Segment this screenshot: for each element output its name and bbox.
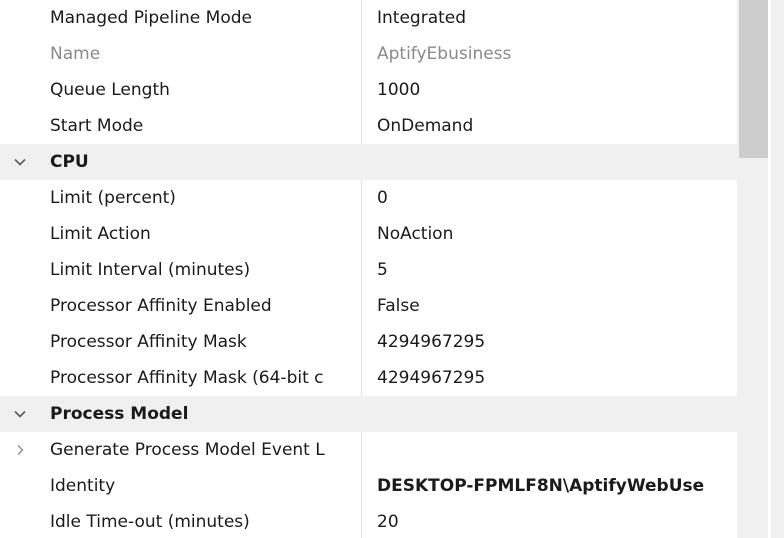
property-name: Start Mode (40, 108, 362, 144)
property-value[interactable]: 4294967295 (362, 360, 737, 396)
property-row-start-mode[interactable]: Start Mode OnDemand (0, 108, 737, 144)
property-value[interactable]: 5 (362, 252, 737, 288)
scrollbar-thumb[interactable] (739, 0, 768, 158)
property-row-processor-affinity-mask[interactable]: Processor Affinity Mask 4294967295 (0, 324, 737, 360)
property-name: Limit Interval (minutes) (40, 252, 362, 288)
property-value[interactable] (362, 432, 737, 468)
property-name: Processor Affinity Mask (40, 324, 362, 360)
scrollbar-divider (768, 0, 771, 538)
property-value[interactable]: NoAction (362, 216, 737, 252)
property-name: Processor Affinity Enabled (40, 288, 362, 324)
property-row-managed-pipeline-mode[interactable]: Managed Pipeline Mode Integrated (0, 0, 737, 36)
category-row-cpu[interactable]: CPU (0, 144, 737, 180)
property-name: Generate Process Model Event L (40, 432, 362, 468)
property-value[interactable]: OnDemand (362, 108, 737, 144)
property-name: Identity (40, 468, 362, 504)
property-value[interactable]: DESKTOP-FPMLF8N\AptifyWebUse (362, 468, 737, 504)
property-row-processor-affinity-enabled[interactable]: Processor Affinity Enabled False (0, 288, 737, 324)
category-row-process-model[interactable]: Process Model (0, 396, 737, 432)
property-row-limit-interval[interactable]: Limit Interval (minutes) 5 (0, 252, 737, 288)
property-row-name[interactable]: Name AptifyEbusiness (0, 36, 737, 72)
property-row-limit-action[interactable]: Limit Action NoAction (0, 216, 737, 252)
property-value[interactable]: Integrated (362, 0, 737, 36)
property-value[interactable]: 0 (362, 180, 737, 216)
property-grid: Managed Pipeline Mode Integrated Name Ap… (0, 0, 737, 538)
chevron-down-icon[interactable] (0, 144, 40, 180)
property-value[interactable]: 4294967295 (362, 324, 737, 360)
category-label: Process Model (50, 404, 189, 424)
category-label: CPU (50, 152, 89, 172)
property-name: Limit (percent) (40, 180, 362, 216)
property-value[interactable]: False (362, 288, 737, 324)
property-row-limit-percent[interactable]: Limit (percent) 0 (0, 180, 737, 216)
property-value: AptifyEbusiness (377, 44, 512, 64)
property-value[interactable]: 1000 (362, 72, 737, 108)
property-row-queue-length[interactable]: Queue Length 1000 (0, 72, 737, 108)
property-name: Limit Action (40, 216, 362, 252)
property-row-generate-process-model-event-log[interactable]: Generate Process Model Event L (0, 432, 737, 468)
chevron-down-icon[interactable] (0, 396, 40, 432)
property-value[interactable]: 20 (362, 504, 737, 538)
property-name: Managed Pipeline Mode (40, 0, 362, 36)
property-row-idle-timeout[interactable]: Idle Time-out (minutes) 20 (0, 504, 737, 538)
property-name: Name (40, 36, 362, 72)
vertical-scrollbar[interactable] (737, 0, 784, 538)
property-name: Processor Affinity Mask (64-bit c (40, 360, 362, 396)
property-name: Idle Time-out (minutes) (40, 504, 362, 538)
property-row-processor-affinity-mask-64[interactable]: Processor Affinity Mask (64-bit c 429496… (0, 360, 737, 396)
property-row-identity[interactable]: Identity DESKTOP-FPMLF8N\AptifyWebUse (0, 468, 737, 504)
property-name: Queue Length (40, 72, 362, 108)
chevron-right-icon[interactable] (0, 432, 40, 468)
